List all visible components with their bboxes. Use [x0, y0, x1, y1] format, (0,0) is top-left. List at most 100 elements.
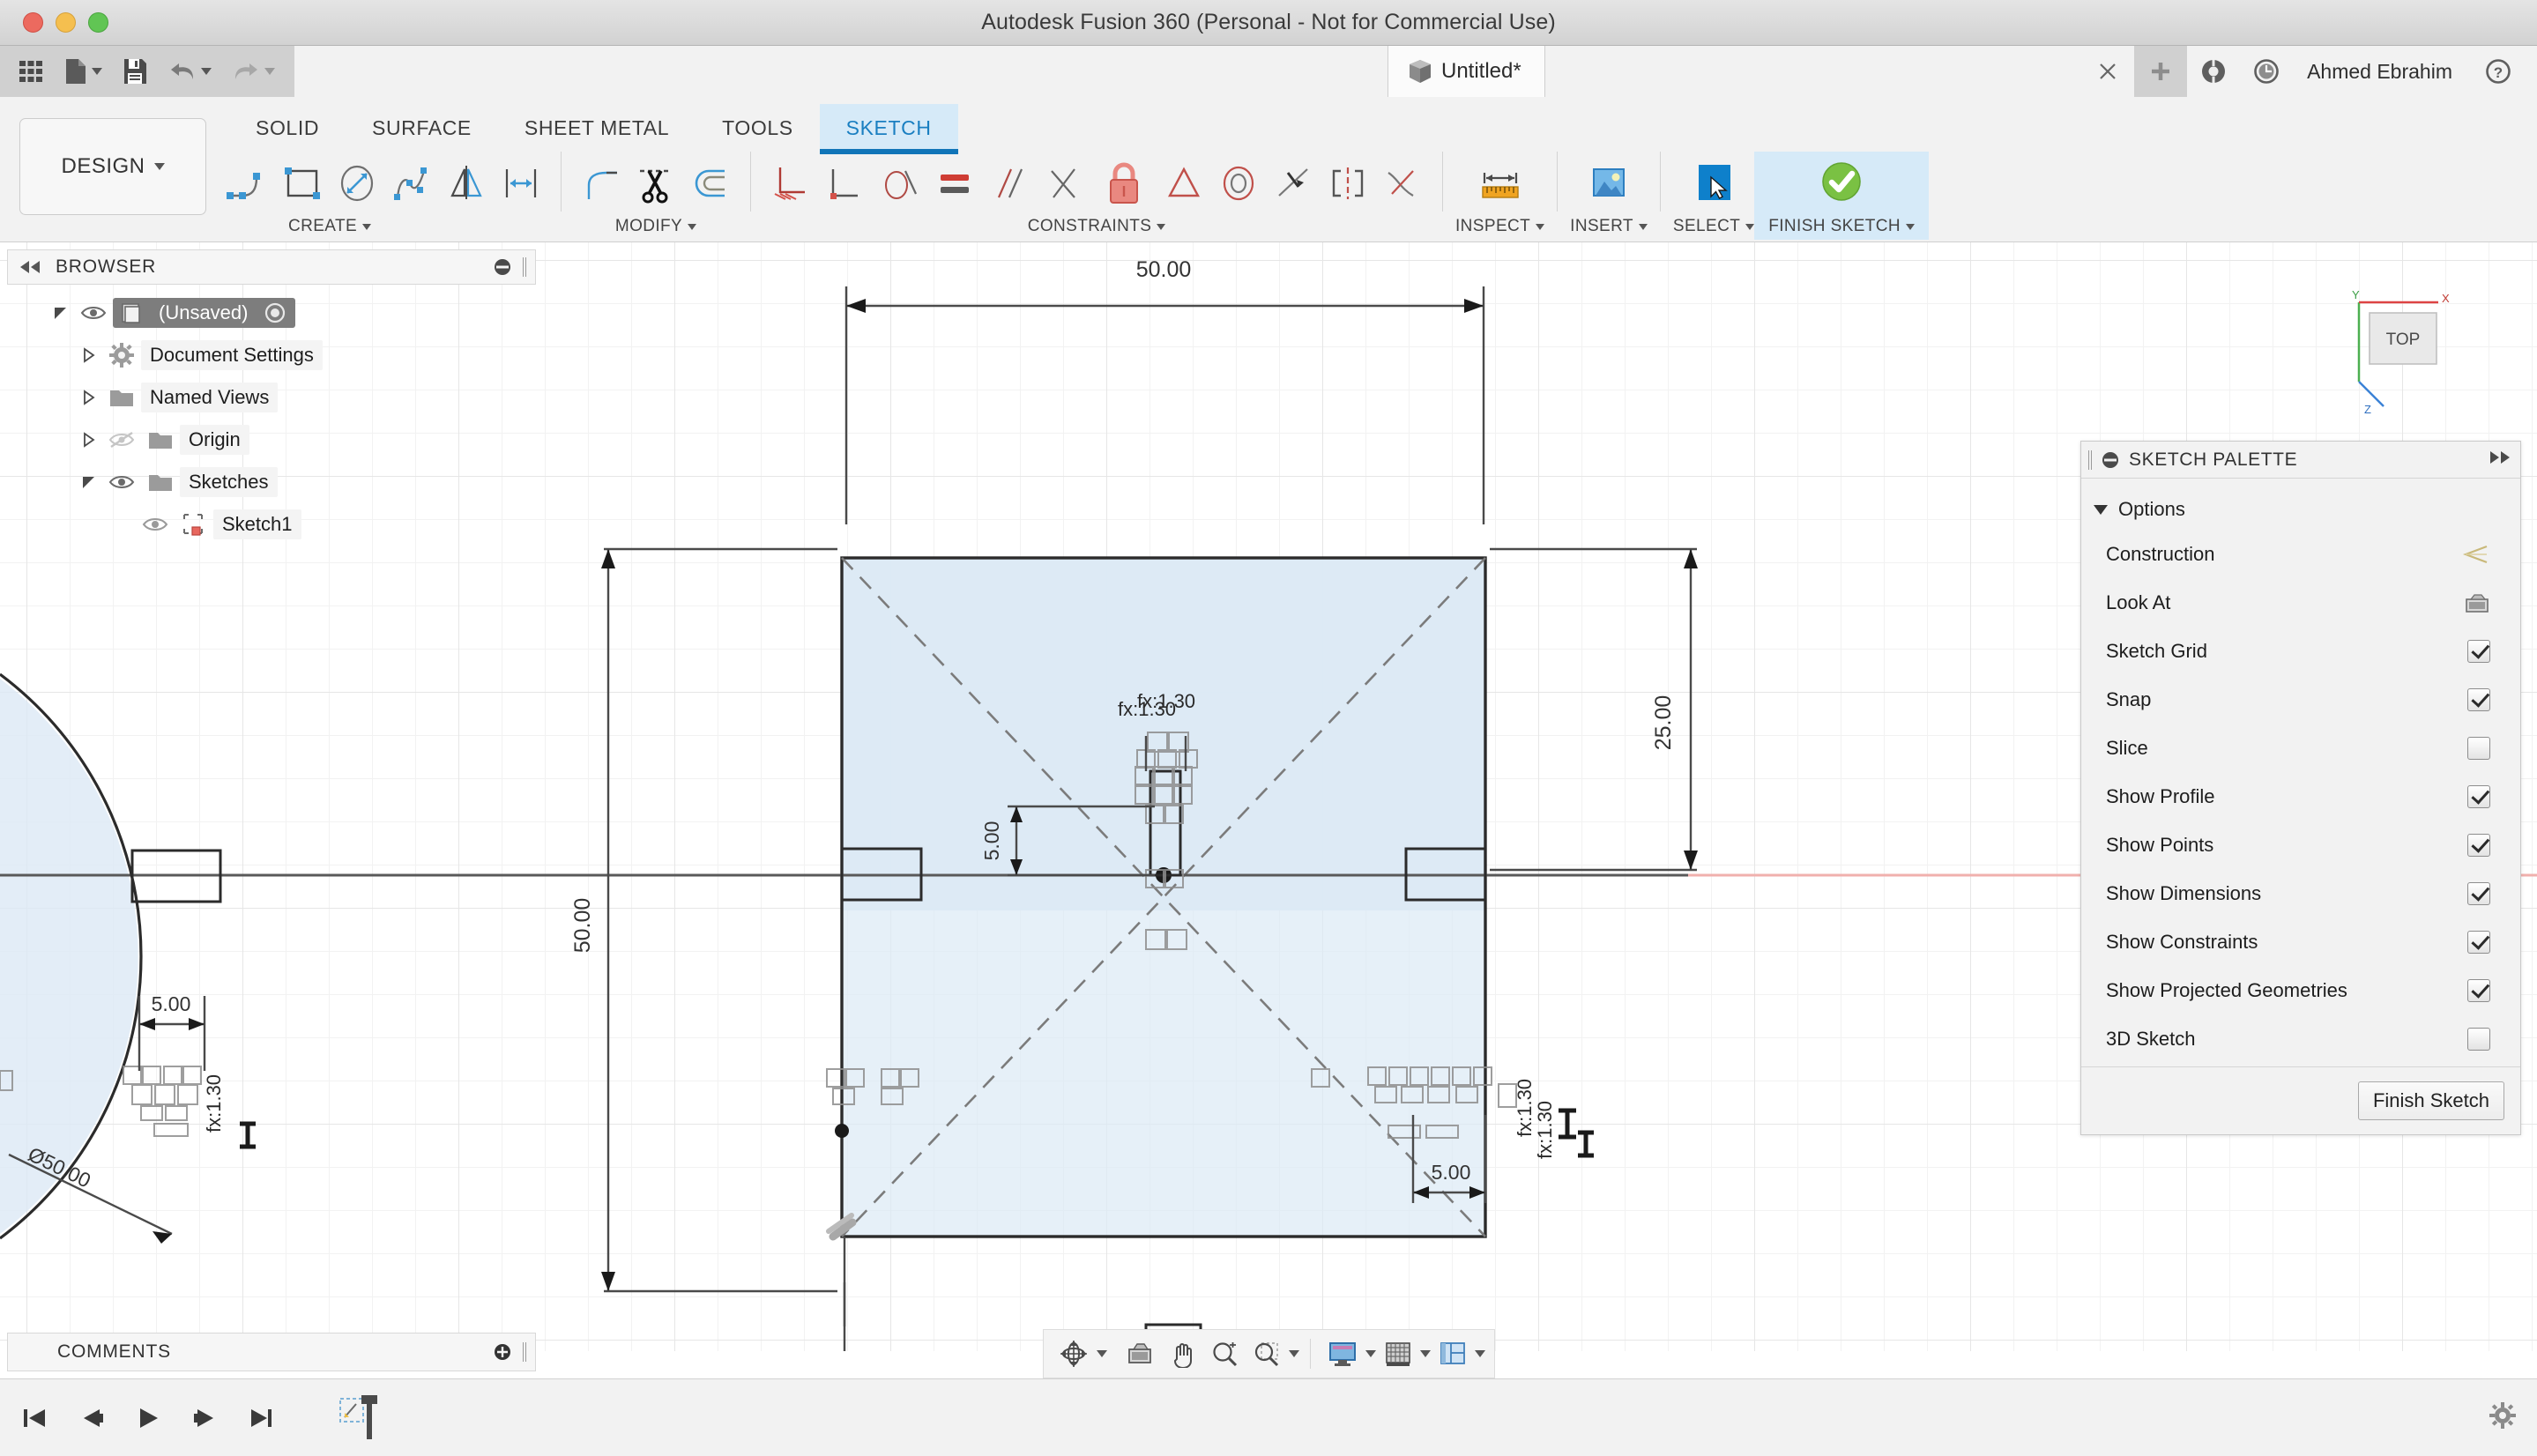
comments-resize-grip[interactable] [523, 1342, 526, 1362]
browser-item-sketches[interactable]: Sketches [7, 461, 536, 503]
collapse-left-icon[interactable] [19, 259, 43, 275]
chevron-down-icon[interactable] [1288, 1350, 1299, 1357]
timeline-play-button[interactable] [125, 1392, 171, 1445]
palette-option-show-dimensions[interactable]: Show Dimensions [2081, 869, 2520, 917]
tool-trim[interactable] [629, 152, 683, 215]
document-tab[interactable]: Untitled* [1388, 46, 1545, 97]
browser-resize-grip[interactable] [523, 257, 526, 277]
nav-zoom-button[interactable] [1204, 1332, 1245, 1376]
help-button[interactable]: ? [2472, 46, 2525, 97]
expand-toggle[interactable] [76, 474, 102, 490]
snap-checkbox[interactable] [2467, 687, 2490, 711]
undo-button[interactable] [164, 51, 215, 92]
tool-circle[interactable] [330, 152, 384, 215]
add-comment-icon[interactable] [493, 1342, 512, 1362]
radio-component-icon[interactable] [264, 301, 286, 324]
tool-line[interactable] [220, 152, 275, 215]
timeline-sketch1-feature-button[interactable] [337, 1392, 383, 1445]
tool-parallel[interactable] [982, 152, 1037, 215]
chevron-down-icon[interactable] [1365, 1350, 1376, 1357]
timeline-go-start-button[interactable] [12, 1392, 58, 1445]
save-button[interactable] [118, 51, 152, 92]
chevron-down-icon[interactable] [1096, 1350, 1107, 1357]
timeline-step-forward-button[interactable] [182, 1392, 227, 1445]
palette-option-look-at[interactable]: Look At [2081, 578, 2520, 627]
palette-option-show-profile[interactable]: Show Profile [2081, 772, 2520, 821]
visibility-toggle[interactable] [102, 473, 141, 491]
tool-finish-sketch[interactable] [1809, 152, 1874, 215]
show-points-checkbox[interactable] [2467, 833, 2490, 857]
nav-display-settings-button[interactable] [1321, 1332, 1364, 1376]
tab-tools[interactable]: TOOLS [696, 104, 820, 149]
palette-option-slice[interactable]: Slice [2081, 724, 2520, 772]
tab-solid[interactable]: SOLID [229, 104, 346, 149]
tool-tangent[interactable] [873, 152, 927, 215]
finish-sketch-button[interactable]: Finish Sketch [2357, 1081, 2504, 1120]
nav-zoom-window-button[interactable] [1246, 1332, 1287, 1376]
timeline-go-end-button[interactable] [238, 1392, 284, 1445]
show-projected-geometries-checkbox[interactable] [2467, 978, 2490, 1002]
nav-grid-snaps-button[interactable] [1378, 1332, 1418, 1376]
expand-toggle[interactable] [76, 432, 102, 448]
tool-insert[interactable] [1576, 152, 1641, 215]
options-section-header[interactable]: Options [2081, 487, 2520, 530]
expand-toggle[interactable] [48, 305, 74, 321]
browser-item-document-settings[interactable]: Document Settings [7, 334, 536, 376]
tool-horizontal-vertical[interactable] [763, 152, 818, 215]
tool-symmetry[interactable] [1321, 152, 1375, 215]
palette-option-show-constraints[interactable]: Show Constraints [2081, 917, 2520, 966]
tool-select[interactable] [1681, 152, 1746, 215]
ribbon-group-inspect-label[interactable]: INSPECT [1455, 217, 1545, 236]
palette-option-3d-sketch[interactable]: 3D Sketch [2081, 1014, 2520, 1063]
tab-sketch[interactable]: SKETCH [819, 104, 958, 154]
close-document-tab-button[interactable] [2081, 46, 2134, 97]
visibility-toggle[interactable] [136, 516, 175, 533]
tool-equal[interactable] [927, 152, 982, 215]
chevron-down-icon[interactable] [1474, 1350, 1485, 1357]
show-data-panel-button[interactable] [14, 51, 48, 92]
nav-viewports-button[interactable] [1432, 1332, 1473, 1376]
tool-spline[interactable] [384, 152, 439, 215]
palette-option-sketch-grid[interactable]: Sketch Grid [2081, 627, 2520, 675]
tool-midpoint[interactable] [1157, 152, 1211, 215]
visibility-toggle[interactable] [74, 304, 113, 322]
user-account-name[interactable]: Ahmed Ebrahim [2293, 60, 2472, 84]
ribbon-group-finish-sketch-label[interactable]: FINISH SKETCH [1768, 217, 1916, 236]
visibility-toggle[interactable] [102, 431, 141, 449]
tool-rectangular-pattern[interactable] [494, 152, 548, 215]
ribbon-group-constraints-label[interactable]: CONSTRAINTS [1028, 217, 1166, 236]
tool-collinear[interactable] [1266, 152, 1321, 215]
expand-right-icon[interactable] [2487, 449, 2511, 465]
sketch-grid-checkbox[interactable] [2467, 639, 2490, 663]
tool-rectangle[interactable] [275, 152, 330, 215]
tool-concentric[interactable] [1211, 152, 1266, 215]
slice-checkbox[interactable] [2467, 736, 2490, 760]
panel-menu-icon[interactable] [493, 257, 512, 277]
help-support-button[interactable] [2187, 46, 2240, 97]
tool-fix-unfix[interactable] [1091, 152, 1157, 215]
palette-option-construction[interactable]: Construction [2081, 530, 2520, 578]
three-d-sketch-checkbox[interactable] [2467, 1027, 2490, 1051]
palette-option-snap[interactable]: Snap [2081, 675, 2520, 724]
expand-toggle[interactable] [76, 390, 102, 405]
browser-item-origin[interactable]: Origin [7, 419, 536, 461]
timeline-step-back-button[interactable] [69, 1392, 115, 1445]
palette-resize-grip[interactable] [2088, 449, 2092, 470]
nav-pan-button[interactable] [1162, 1332, 1202, 1376]
show-constraints-checkbox[interactable] [2467, 930, 2490, 954]
tool-mirror[interactable] [439, 152, 494, 215]
nav-look-at-button[interactable] [1120, 1332, 1160, 1376]
tab-sheet-metal[interactable]: SHEET METAL [498, 104, 696, 149]
ribbon-group-insert-label[interactable]: INSERT [1570, 217, 1648, 236]
palette-option-show-projected-geometries[interactable]: Show Projected Geometries [2081, 966, 2520, 1014]
new-file-button[interactable] [60, 51, 106, 92]
tool-offset[interactable] [683, 152, 738, 215]
panel-menu-icon[interactable] [2101, 450, 2120, 470]
view-cube[interactable]: Y X Z TOP [2343, 286, 2484, 427]
ribbon-group-create-label[interactable]: CREATE [288, 217, 372, 236]
palette-option-show-points[interactable]: Show Points [2081, 821, 2520, 869]
ribbon-group-select-label[interactable]: SELECT [1673, 217, 1755, 236]
new-document-tab-button[interactable] [2134, 46, 2188, 97]
tool-fillet[interactable] [574, 152, 629, 215]
show-profile-checkbox[interactable] [2467, 784, 2490, 808]
